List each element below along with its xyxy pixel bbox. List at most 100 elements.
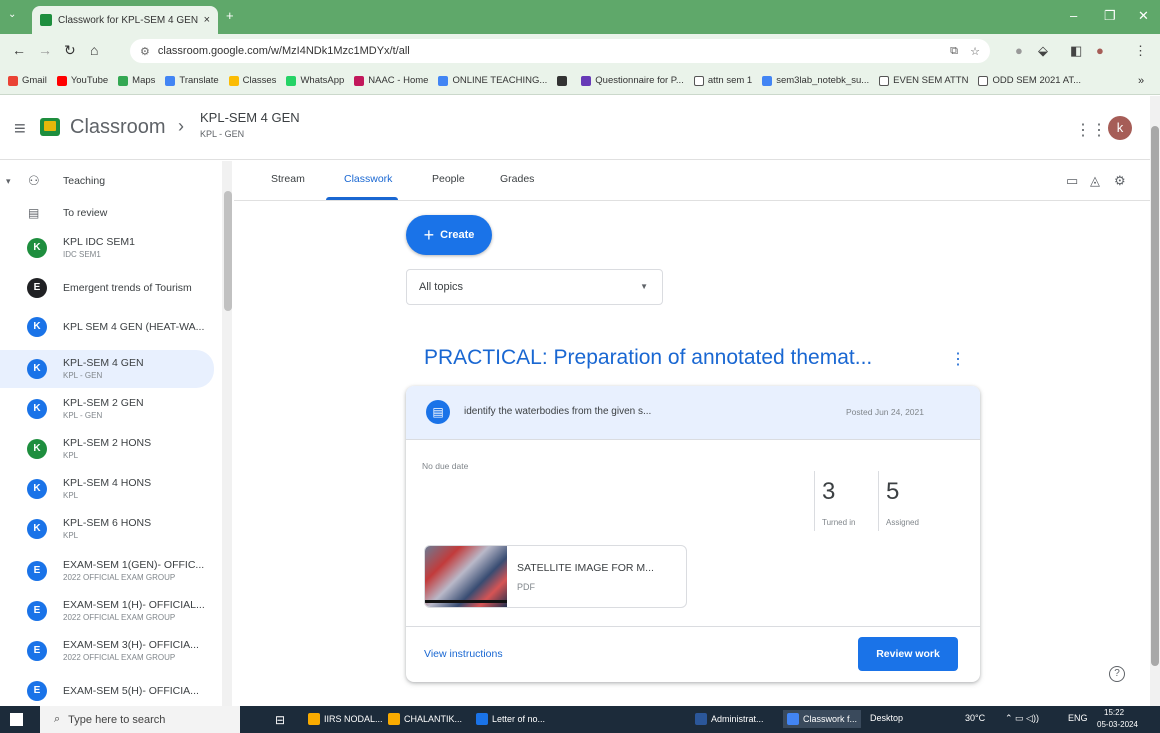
tab-grades[interactable]: Grades <box>500 173 534 185</box>
drive-icon[interactable]: ◬ <box>1090 173 1100 189</box>
weather-temperature[interactable]: 30°C <box>965 713 985 723</box>
tab-stream[interactable]: Stream <box>271 173 305 185</box>
sidebar-class-item[interactable]: K KPL-SEM 4 GEN KPL - GEN <box>0 350 214 388</box>
bookmark-item[interactable]: YouTube <box>56 75 108 86</box>
bookmark-icon <box>762 75 773 86</box>
sidebar-item-to-review[interactable]: ▤ To review <box>0 201 214 225</box>
bookmark-item[interactable]: WhatsApp <box>286 75 344 86</box>
bookmarks-more-icon[interactable]: » <box>1138 75 1144 87</box>
browser-tab[interactable]: Classwork for KPL-SEM 4 GEN × <box>32 6 218 34</box>
sidebar-class-item[interactable]: K KPL-SEM 2 HONS KPL <box>0 430 214 468</box>
attachment[interactable]: SATELLITE IMAGE FOR M... PDF <box>424 545 687 608</box>
main-content: Stream Classwork People Grades ▭ ◬ ⚙ + C… <box>234 161 1150 706</box>
class-subtitle: KPL - GEN <box>200 129 245 139</box>
clock-date[interactable]: 05-03-2024 <box>1097 720 1138 729</box>
bookmark-item[interactable]: NAAC - Home <box>354 75 428 86</box>
sidebar-class-item[interactable]: E EXAM-SEM 1(H)- OFFICIAL... 2022 OFFICIAL… <box>0 592 214 630</box>
profile-icon[interactable]: ● <box>1096 43 1104 58</box>
bookmark-item[interactable]: Gmail <box>8 75 47 86</box>
sidepanel-icon[interactable]: ◧ <box>1070 43 1082 59</box>
taskbar-search[interactable]: ⌕ Type here to search <box>40 706 240 733</box>
bookmark-item[interactable]: sem3lab_notebk_su... <box>762 75 869 86</box>
sidebar-item-teaching[interactable]: ▾ ⚇ Teaching <box>0 169 214 193</box>
sidebar-item-label: Teaching <box>63 175 106 187</box>
bookmark-item[interactable] <box>557 75 571 86</box>
site-info-icon[interactable]: ⚙ <box>140 45 150 58</box>
create-button[interactable]: + Create <box>406 215 492 255</box>
bookmark-item[interactable]: attn sem 1 <box>693 75 752 86</box>
assigned-count[interactable]: 5 <box>886 478 899 506</box>
account-avatar[interactable]: k <box>1108 116 1132 140</box>
topic-more-icon[interactable]: ⋮ <box>950 349 966 369</box>
tab-close-icon[interactable]: × <box>204 14 210 26</box>
page-scrollbar[interactable] <box>1150 96 1160 706</box>
calendar-icon[interactable]: ▭ <box>1066 173 1078 189</box>
system-tray-icons[interactable]: ⌃ ▭ ◁)) <box>1005 713 1039 724</box>
help-icon[interactable]: ? <box>1109 666 1125 682</box>
sidebar-class-item[interactable]: K KPL-SEM 2 GEN KPL - GEN <box>0 390 214 428</box>
taskbar-search-placeholder: Type here to search <box>68 713 166 726</box>
main-menu-icon[interactable]: ≡ <box>14 118 26 141</box>
new-tab-button[interactable]: + <box>226 8 234 23</box>
view-instructions-link[interactable]: View instructions <box>424 648 503 660</box>
class-title[interactable]: KPL-SEM 4 GEN <box>200 110 300 125</box>
assignment-title[interactable]: identify the waterbodies from the given … <box>464 406 651 417</box>
language-indicator[interactable]: ENG <box>1068 713 1088 723</box>
task-view-icon[interactable]: ⊟ <box>275 713 285 727</box>
app-name[interactable]: Classroom <box>70 116 166 139</box>
bookmark-item[interactable]: Maps <box>118 75 155 86</box>
taskbar-app[interactable]: Classwork f... <box>783 710 862 728</box>
classroom-logo-icon[interactable] <box>40 118 60 136</box>
minimize-icon[interactable]: – <box>1070 8 1077 23</box>
sidebar-class-item[interactable]: E EXAM-SEM 5(H)- OFFICIA... <box>0 672 214 706</box>
forward-icon[interactable]: → <box>38 42 52 58</box>
tab-people[interactable]: People <box>432 173 465 185</box>
bookmark-icon <box>581 75 592 86</box>
address-bar[interactable]: ⚙ classroom.google.com/w/MzI4NDk1Mzc1MDY… <box>130 39 990 63</box>
taskbar-app[interactable]: Letter of no... <box>476 713 545 725</box>
topic-title[interactable]: PRACTICAL: Preparation of annotated them… <box>424 346 872 370</box>
reload-icon[interactable]: ↻ <box>64 42 76 59</box>
sidebar-class-item[interactable]: E EXAM-SEM 1(GEN)- OFFIC... 2022 OFFICIAL … <box>0 552 214 590</box>
extensions-puzzle-icon[interactable]: ⬙ <box>1038 43 1048 59</box>
taskbar-app[interactable]: IIRS NODAL... <box>308 713 383 725</box>
bookmark-item[interactable]: ODD SEM 2021 AT... <box>978 75 1081 86</box>
browser-menu-icon[interactable]: ⋮ <box>1134 43 1147 59</box>
sidebar-class-item[interactable]: E EXAM-SEM 3(H)- OFFICIA... 2022 OFFICIAL … <box>0 632 214 670</box>
page-scrollbar-thumb[interactable] <box>1151 126 1159 666</box>
review-work-button[interactable]: Review work <box>858 637 958 671</box>
expand-arrow-icon[interactable]: ▾ <box>6 176 11 187</box>
sidebar-class-item[interactable]: K KPL IDC SEM1 IDC SEM1 <box>0 229 214 267</box>
tab-classwork[interactable]: Classwork <box>344 173 392 185</box>
maximize-icon[interactable]: ❐ <box>1104 8 1116 24</box>
back-icon[interactable]: ← <box>12 42 26 58</box>
turned-in-count[interactable]: 3 <box>822 478 835 506</box>
sidebar-class-item[interactable]: K KPL-SEM 4 HONS KPL <box>0 470 214 508</box>
windows-start-icon[interactable] <box>10 713 23 726</box>
topics-select[interactable]: All topics ▼ <box>406 269 663 305</box>
tab-search-icon[interactable]: ⌄ <box>8 9 16 20</box>
bookmark-item[interactable]: Classes <box>228 75 276 86</box>
bookmark-item[interactable]: ONLINE TEACHING... <box>438 75 547 86</box>
close-window-icon[interactable]: ✕ <box>1138 8 1149 24</box>
settings-gear-icon[interactable]: ⚙ <box>1114 173 1126 189</box>
sidebar-class-item[interactable]: K KPL SEM 4 GEN (HEAT-WA... <box>0 308 214 346</box>
taskbar-app[interactable]: CHALANTIK... <box>388 713 462 725</box>
attachment-type: PDF <box>517 582 535 592</box>
bookmark-label: sem3lab_notebk_su... <box>776 75 870 86</box>
bookmark-item[interactable]: EVEN SEM ATTN <box>879 75 968 86</box>
sidebar-scrollbar[interactable] <box>222 161 232 706</box>
assignment-header[interactable]: ▤ identify the waterbodies from the give… <box>406 386 980 440</box>
sidebar-class-item[interactable]: E Emergent trends of Tourism <box>0 269 214 307</box>
bookmark-item[interactable]: Translate <box>165 75 219 86</box>
sidebar-class-item[interactable]: K KPL-SEM 6 HONS KPL <box>0 510 214 548</box>
desktop-toolbar[interactable]: Desktop <box>870 713 903 723</box>
bookmark-item[interactable]: Questionnaire for P... <box>581 75 684 86</box>
home-icon[interactable]: ⌂ <box>90 42 98 58</box>
install-app-icon[interactable]: ⧉ <box>950 45 958 58</box>
taskbar-app[interactable]: Administrat... <box>695 713 764 725</box>
extension-icon[interactable]: ● <box>1015 43 1023 58</box>
clock-time[interactable]: 15:22 <box>1104 708 1124 717</box>
sidebar-scrollbar-thumb[interactable] <box>224 191 232 311</box>
bookmark-star-icon[interactable]: ☆ <box>970 45 980 58</box>
